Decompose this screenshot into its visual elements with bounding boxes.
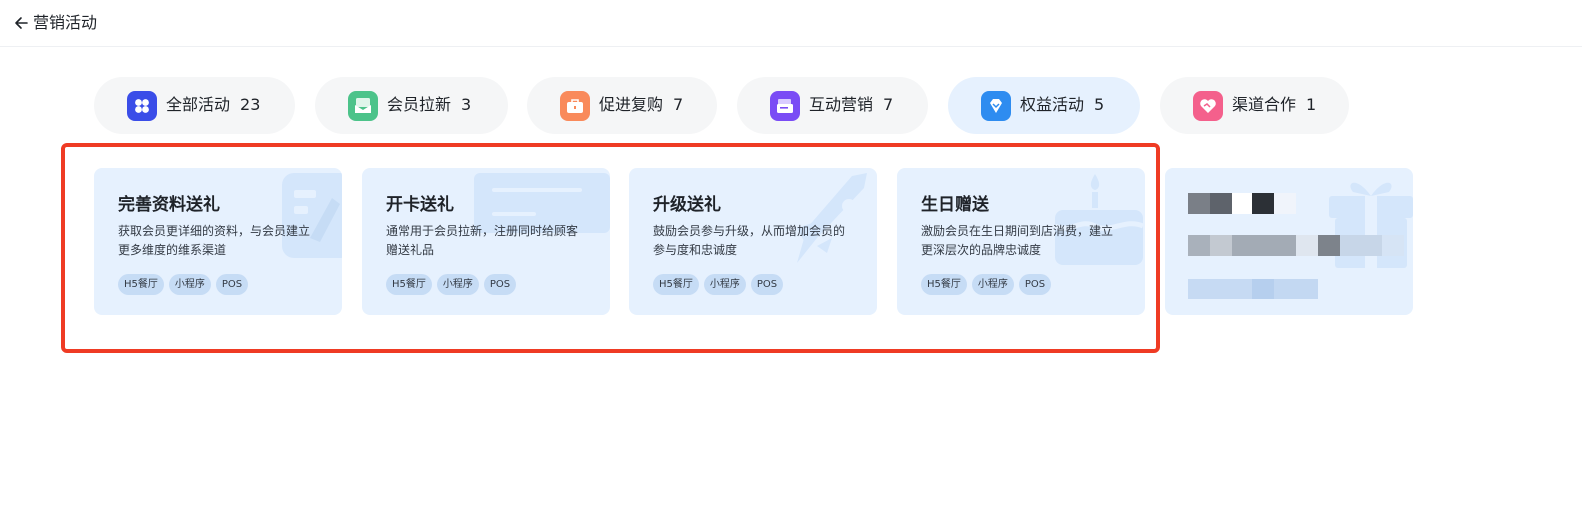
diamond-icon bbox=[981, 91, 1011, 121]
briefcase-icon bbox=[560, 91, 590, 121]
card-description: 鼓励会员参与升级，从而增加会员的参与度和忠诚度 bbox=[653, 224, 846, 257]
card-title: 生日赠送 bbox=[921, 195, 989, 215]
tab-count: 7 bbox=[883, 95, 894, 114]
tab-member-acquisition[interactable]: 会员拉新 3 bbox=[315, 77, 508, 134]
tag-pos: POS bbox=[750, 274, 784, 295]
tab-count: 1 bbox=[1306, 95, 1317, 114]
tab-count: 5 bbox=[1094, 95, 1105, 114]
grid-icon bbox=[127, 91, 157, 121]
tag-h5: H5餐厅 bbox=[386, 274, 432, 295]
arrow-left-icon[interactable] bbox=[12, 13, 32, 33]
envelope-icon bbox=[348, 91, 378, 121]
card-description: 获取会员更详细的资料，与会员建立更多维度的维系渠道 bbox=[118, 224, 311, 257]
handshake-heart-icon bbox=[1193, 91, 1223, 121]
tag-pos: POS bbox=[1018, 274, 1052, 295]
tab-all-activities[interactable]: 全部活动 23 bbox=[94, 77, 295, 134]
card-title: 升级送礼 bbox=[653, 195, 721, 215]
tag-miniprogram: 小程序 bbox=[971, 274, 1014, 295]
tab-interactive-marketing[interactable]: 互动营销 7 bbox=[737, 77, 928, 134]
tab-count: 23 bbox=[240, 95, 261, 114]
card-description: 激励会员在生日期间到店消费，建立更深层次的品牌忠诚度 bbox=[921, 224, 1114, 257]
card-tags: H5餐厅 小程序 POS bbox=[653, 274, 788, 295]
tab-label: 渠道合作 bbox=[1232, 95, 1297, 114]
tag-h5: H5餐厅 bbox=[118, 274, 164, 295]
activity-card-birthday-gift[interactable]: 生日赠送 激励会员在生日期间到店消费，建立更深层次的品牌忠诚度 H5餐厅 小程序 P… bbox=[897, 168, 1145, 315]
tag-miniprogram: 小程序 bbox=[436, 274, 479, 295]
card-tags: H5餐厅 小程序 POS bbox=[386, 274, 521, 295]
card-title: 完善资料送礼 bbox=[118, 195, 220, 215]
ticket-icon bbox=[770, 91, 800, 121]
tag-pos: POS bbox=[215, 274, 249, 295]
tag-miniprogram: 小程序 bbox=[168, 274, 211, 295]
card-tags: H5餐厅 小程序 POS bbox=[118, 274, 253, 295]
tab-channel-partnership[interactable]: 渠道合作 1 bbox=[1160, 77, 1349, 134]
tab-label: 互动营销 bbox=[809, 95, 874, 114]
activity-card-card-open-gift[interactable]: 开卡送礼 通常用于会员拉新，注册同时给顾客赠送礼品 H5餐厅 小程序 POS bbox=[362, 168, 610, 315]
tab-repurchase[interactable]: 促进复购 7 bbox=[527, 77, 717, 134]
tab-count: 3 bbox=[461, 95, 472, 114]
tag-h5: H5餐厅 bbox=[653, 274, 699, 295]
page-header: 营销活动 bbox=[0, 0, 1582, 47]
tab-count: 7 bbox=[673, 95, 684, 114]
card-description: 通常用于会员拉新，注册同时给顾客赠送礼品 bbox=[386, 224, 579, 257]
tab-label: 权益活动 bbox=[1020, 95, 1085, 114]
tag-miniprogram: 小程序 bbox=[703, 274, 746, 295]
tab-label: 全部活动 bbox=[166, 95, 231, 114]
tab-label: 促进复购 bbox=[599, 95, 664, 114]
card-tags: H5餐厅 小程序 POS bbox=[921, 274, 1056, 295]
card-title: 开卡送礼 bbox=[386, 195, 454, 215]
tag-h5: H5餐厅 bbox=[921, 274, 967, 295]
activity-card-obscured[interactable] bbox=[1165, 168, 1413, 315]
activity-card-profile-gift[interactable]: 完善资料送礼 获取会员更详细的资料，与会员建立更多维度的维系渠道 H5餐厅 小程序… bbox=[94, 168, 342, 315]
page-title: 营销活动 bbox=[33, 13, 98, 32]
gift-icon bbox=[1323, 168, 1413, 278]
tag-pos: POS bbox=[483, 274, 517, 295]
activity-card-upgrade-gift[interactable]: 升级送礼 鼓励会员参与升级，从而增加会员的参与度和忠诚度 H5餐厅 小程序 POS bbox=[629, 168, 877, 315]
tab-benefit-activities[interactable]: 权益活动 5 bbox=[948, 77, 1140, 134]
tab-label: 会员拉新 bbox=[387, 95, 452, 114]
